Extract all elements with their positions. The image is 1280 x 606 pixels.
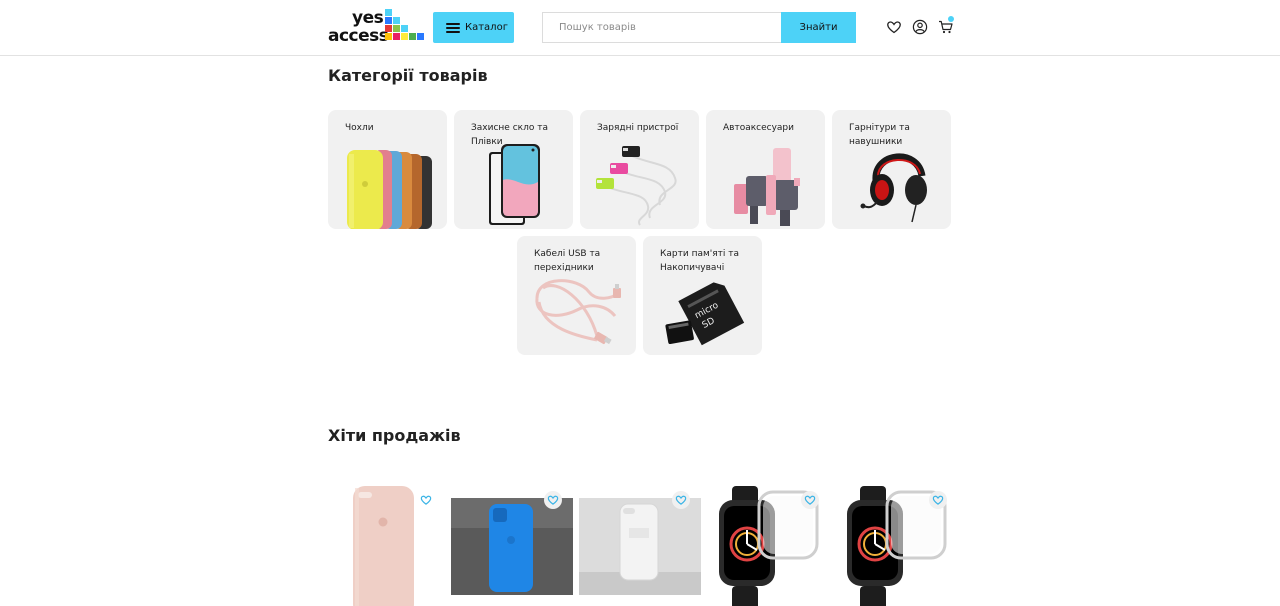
catalog-button[interactable]: Каталог [433,12,514,43]
search-bar: Знайти [542,12,856,43]
logo[interactable]: yes access [328,8,424,48]
site-header: yes access Каталог Знайти [0,0,1280,56]
category-cases[interactable]: Чохли [328,110,447,229]
favorite-heart-icon[interactable] [801,491,819,509]
phone-cases-image [347,150,432,229]
category-screen-protectors[interactable]: Захисне скло та Плівки [454,110,573,229]
favorite-heart-icon[interactable] [672,491,690,509]
search-input[interactable] [543,13,781,42]
categories-title: Категорії товарів [328,66,488,85]
catalog-label: Каталог [465,22,508,33]
chargers-image [596,146,677,226]
cart-badge [948,16,954,22]
menu-icon [446,22,460,33]
category-chargers[interactable]: Зарядні пристрої [580,110,699,229]
bestsellers-title: Хіти продажів [328,426,461,445]
favorite-heart-icon[interactable] [417,491,435,509]
logo-squares-icon [385,9,424,46]
headset-image [860,153,927,223]
memory-card-image: micro SD [665,282,745,346]
usb-cable-image [535,279,621,345]
search-button[interactable]: Знайти [781,12,856,43]
category-car-accessories[interactable]: Автоаксесуари [706,110,825,229]
screen-protector-image [489,144,540,225]
logo-text-yes: yes [352,8,384,28]
category-usb-cables[interactable]: Кабелі USB та перехідники [517,236,636,355]
user-icon[interactable] [912,19,928,35]
logo-text-access: access [328,26,389,46]
favorite-heart-icon[interactable] [929,491,947,509]
cart-icon[interactable] [938,16,954,35]
favorite-heart-icon[interactable] [544,491,562,509]
car-holder-image [734,148,800,226]
category-memory-cards[interactable]: Карти пам'яті та Накопичувачі micro SD [643,236,762,355]
category-headphones[interactable]: Гарнітури та навушники [832,110,951,229]
heart-icon[interactable] [886,19,902,35]
